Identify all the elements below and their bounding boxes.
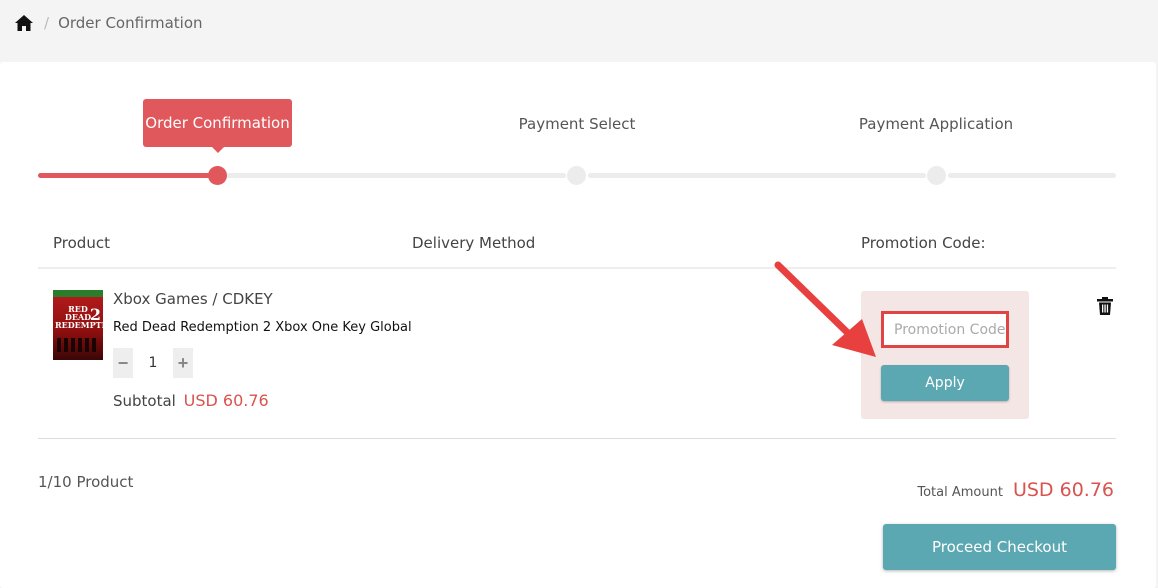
product-name: Red Dead Redemption 2 Xbox One Key Globa… (113, 320, 412, 335)
table-divider (38, 267, 1116, 269)
cover-number: 2 (89, 305, 101, 324)
column-header-promotion: Promotion Code: (861, 234, 986, 252)
row-divider (38, 438, 1116, 439)
progress-track-complete (38, 173, 210, 178)
product-category: Xbox Games / CDKEY (113, 290, 273, 308)
subtotal: Subtotal USD 60.76 (113, 391, 269, 410)
promo-code-input[interactable] (881, 311, 1009, 348)
step-order-confirmation: Order Confirmation (143, 99, 292, 153)
apply-button[interactable]: Apply (881, 365, 1009, 401)
step-payment-application: Payment Application (858, 115, 1014, 133)
step-payment-select: Payment Select (518, 115, 636, 133)
breadcrumb: / Order Confirmation (0, 0, 1158, 46)
home-icon[interactable] (14, 14, 34, 32)
total-label: Total Amount (917, 485, 1003, 500)
total-value: USD 60.76 (1012, 479, 1114, 501)
total-amount: Total Amount USD 60.76 (917, 479, 1114, 501)
quantity-decrease-button[interactable]: − (113, 348, 133, 378)
quantity-value[interactable]: 1 (133, 348, 173, 378)
breadcrumb-current: Order Confirmation (58, 14, 203, 32)
breadcrumb-separator: / (44, 14, 50, 32)
trash-icon[interactable] (1097, 297, 1113, 315)
step-dot-order-confirmation (208, 166, 227, 185)
progress-track-segment (226, 173, 566, 178)
quantity-increase-button[interactable]: + (173, 348, 193, 378)
product-count: 1/10 Product (38, 473, 134, 491)
subtotal-label: Subtotal (113, 392, 176, 410)
column-header-product: Product (53, 234, 110, 252)
product-cover-image: RED DEAD REDEMPTION 2 (53, 290, 103, 360)
order-card: Order Confirmation Payment Select Paymen… (0, 62, 1156, 588)
cover-figures (57, 338, 99, 352)
column-header-delivery: Delivery Method (412, 234, 536, 252)
progress-track-segment (588, 173, 926, 178)
step-dot-payment-select (567, 166, 586, 185)
progress-track-segment (948, 173, 1116, 178)
proceed-checkout-button[interactable]: Proceed Checkout (883, 524, 1116, 570)
subtotal-value: USD 60.76 (183, 391, 269, 410)
step-dot-payment-application (927, 166, 946, 185)
quantity-stepper: − 1 + (113, 348, 193, 378)
